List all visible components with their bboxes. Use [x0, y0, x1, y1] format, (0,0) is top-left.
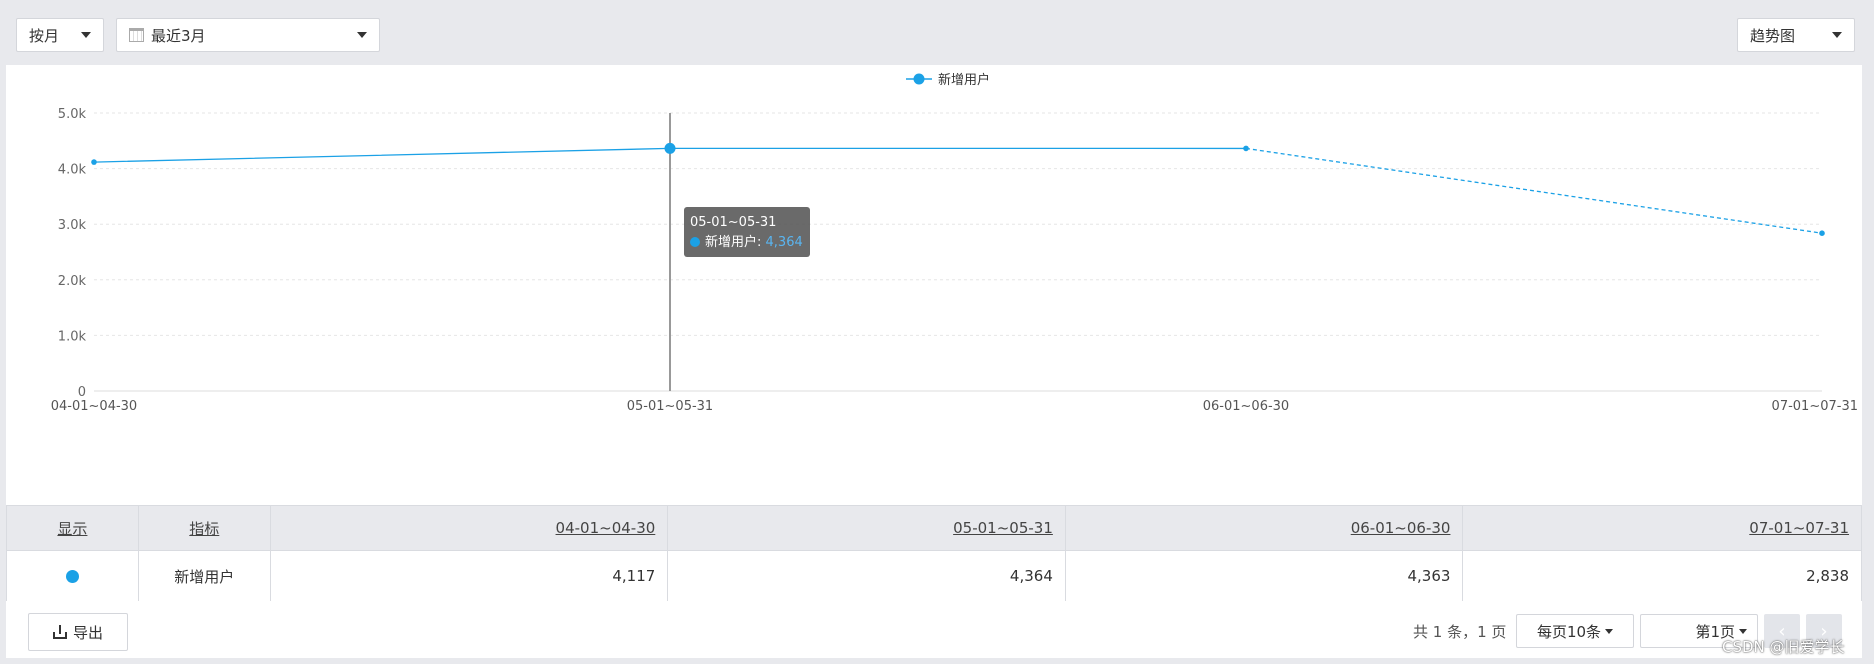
x-tick-label: 07-01~07-31	[1772, 399, 1858, 414]
y-tick-label: 4.0k	[58, 163, 87, 178]
header-show[interactable]: 显示	[57, 518, 87, 539]
x-tick-label: 05-01~05-31	[627, 399, 713, 414]
pagination-info: 共 1 条，1 页	[1413, 623, 1507, 641]
calendar-icon	[129, 28, 144, 42]
chevron-down-icon	[1832, 32, 1842, 38]
y-tick-label: 0	[78, 385, 86, 400]
export-button[interactable]: 导出	[28, 613, 128, 651]
chart-tooltip: 05-01~05-31 新增用户: 4,364	[684, 207, 810, 257]
page-size-select[interactable]: 每页10条	[1516, 614, 1634, 648]
report-frame: 按月 最近3月 趋势图 0 1.0k 2.0k 3.0k 4.0k 5.0k 04-01~0…	[0, 0, 1874, 664]
tooltip-series: 新增用户	[705, 235, 758, 250]
y-tick-label: 5.0k	[58, 107, 87, 122]
metric-cell: 新增用户	[139, 551, 271, 601]
header-cell[interactable]: 07-01~07-31	[1463, 506, 1861, 550]
header-period-1[interactable]: 04-01~04-30	[556, 519, 656, 537]
trend-chart-svg: 0 1.0k 2.0k 3.0k 4.0k 5.0k 04-01~04-30 05-01~05…	[51, 72, 1858, 414]
header-period-3[interactable]: 06-01~06-30	[1351, 519, 1451, 537]
chevron-down-icon	[1739, 628, 1747, 634]
header-metric[interactable]: 指标	[189, 518, 219, 539]
x-tick-label: 06-01~06-30	[1203, 399, 1289, 414]
value-cell: 4,117	[271, 551, 669, 601]
chevron-down-icon	[81, 32, 91, 38]
data-point	[1819, 230, 1825, 237]
period-select[interactable]: 按月	[16, 18, 104, 52]
value-cell: 4,364	[668, 551, 1066, 601]
view-type-select[interactable]: 趋势图	[1737, 18, 1855, 52]
header-cell[interactable]: 显示	[7, 506, 139, 550]
data-point	[1243, 145, 1249, 152]
data-point	[664, 142, 676, 154]
y-tick-label: 1.0k	[58, 329, 87, 344]
y-tick-label: 3.0k	[58, 218, 87, 233]
download-icon	[52, 625, 67, 639]
tooltip-row: 新增用户: 4,364	[690, 233, 804, 253]
series-visible-dot-icon[interactable]	[65, 569, 79, 583]
data-table: 显示 指标 04-01~04-30 05-01~05-31 06-01~06-3…	[6, 505, 1862, 601]
date-range-value: 最近3月	[151, 26, 206, 45]
export-label: 导出	[72, 623, 103, 642]
x-tick-label: 04-01~04-30	[51, 399, 137, 414]
table-footer: 导出 共 1 条，1 页 每页10条 第1页 ‹ ›	[6, 601, 1862, 658]
header-period-4[interactable]: 07-01~07-31	[1749, 519, 1849, 537]
legend-marker	[913, 73, 925, 85]
show-toggle-cell[interactable]	[7, 551, 139, 601]
table-row: 新增用户 4,117 4,364 4,363 2,838	[7, 551, 1861, 601]
watermark: CSDN @旧爱学长	[1722, 638, 1845, 656]
table-header-row: 显示 指标 04-01~04-30 05-01~05-31 06-01~06-3…	[7, 506, 1861, 551]
series-dot-icon	[690, 237, 700, 247]
y-tick-label: 2.0k	[58, 274, 87, 289]
series-line-projected	[1245, 147, 1823, 234]
value-cell: 2,838	[1806, 567, 1850, 585]
trend-chart: 0 1.0k 2.0k 3.0k 4.0k 5.0k 04-01~04-30 05-01~05…	[6, 65, 1862, 505]
chevron-down-icon	[357, 32, 367, 38]
chevron-down-icon	[1605, 628, 1614, 634]
value-cell: 4,363	[1066, 551, 1464, 601]
toolbar: 按月 最近3月 趋势图	[6, 6, 1862, 65]
header-cell[interactable]: 05-01~05-31	[668, 506, 1066, 550]
data-point	[91, 159, 97, 165]
header-cell[interactable]: 06-01~06-30	[1066, 506, 1464, 550]
view-type-value: 趋势图	[1750, 26, 1796, 45]
tooltip-value: 4,364	[765, 235, 803, 250]
page-size-value: 每页10条	[1536, 622, 1602, 641]
date-range-select[interactable]: 最近3月	[116, 18, 380, 52]
legend-label: 新增用户	[938, 72, 990, 88]
header-cell[interactable]: 指标	[139, 506, 271, 550]
header-cell[interactable]: 04-01~04-30	[271, 506, 669, 550]
period-select-value: 按月	[29, 26, 60, 45]
header-period-2[interactable]: 05-01~05-31	[953, 519, 1053, 537]
tooltip-title: 05-01~05-31	[690, 215, 777, 230]
